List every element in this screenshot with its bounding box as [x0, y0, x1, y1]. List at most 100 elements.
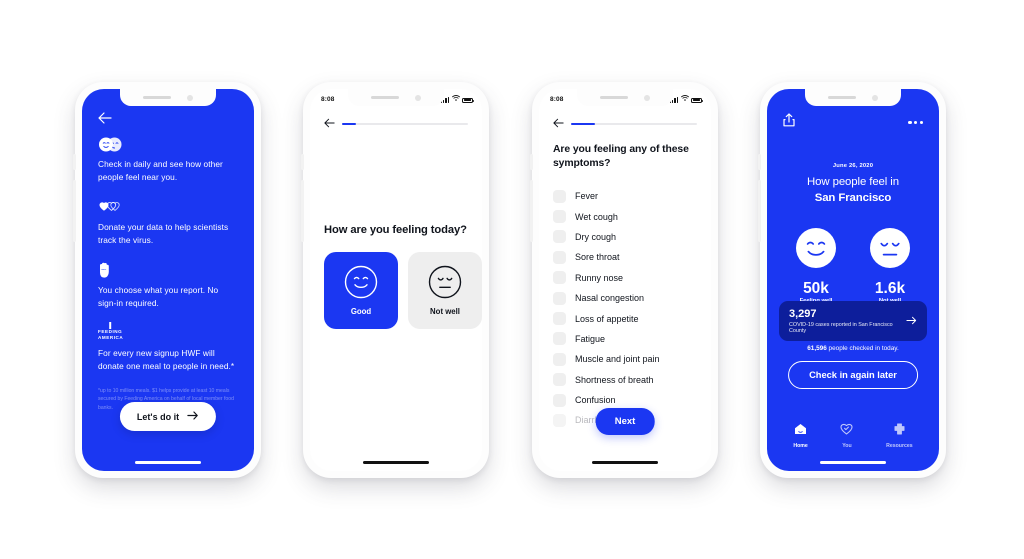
- home-indicator: [592, 461, 658, 464]
- checkbox[interactable]: [553, 312, 566, 326]
- symptom-row[interactable]: Fever: [553, 186, 701, 206]
- mute-switch[interactable]: [301, 154, 304, 170]
- progress-bar-fill: [571, 123, 595, 125]
- symptom-label: Nasal congestion: [575, 293, 645, 304]
- symptom-label: Wet cough: [575, 211, 618, 222]
- checkbox[interactable]: [553, 332, 566, 346]
- checkbox[interactable]: [553, 393, 566, 407]
- phone-onboarding: Check in daily and see how other people …: [73, 82, 261, 478]
- wifi-icon: [451, 95, 460, 103]
- symptom-label: Shortness of breath: [575, 374, 654, 385]
- symptom-row[interactable]: Dry cough: [553, 227, 701, 247]
- home-indicator: [363, 461, 429, 464]
- next-button[interactable]: Next: [595, 408, 655, 435]
- lets-do-it-label: Let's do it: [136, 411, 180, 422]
- stat-feeling-well-value: 50k: [803, 280, 829, 297]
- back-arrow-icon[interactable]: [553, 115, 564, 133]
- symptom-row[interactable]: Sore throat: [553, 247, 701, 267]
- symptom-row[interactable]: Shortness of breath: [553, 370, 701, 390]
- checkbox[interactable]: [553, 210, 566, 224]
- mute-switch[interactable]: [73, 154, 76, 170]
- screenshot-canvas: Check in daily and see how other people …: [0, 0, 1024, 559]
- power-button[interactable]: [530, 186, 533, 226]
- symptom-row[interactable]: Loss of appetite: [553, 308, 701, 328]
- smiling-face-icon: [795, 228, 837, 273]
- raised-hand-icon: [98, 261, 238, 278]
- phone-mood-check: 8:08 How are you feeling today? Good Not…: [301, 82, 489, 478]
- symptom-row[interactable]: Nasal congestion: [553, 288, 701, 308]
- stat-not-well-value: 1.6k: [874, 280, 906, 297]
- screen-mood-check: 8:08 How are you feeling today? Good Not…: [310, 89, 482, 471]
- tab-home[interactable]: Home: [793, 422, 808, 449]
- battery-icon: [462, 97, 474, 103]
- device-notch: [577, 89, 673, 106]
- home-icon: [794, 422, 807, 440]
- dashboard-headline: How people feel in San Francisco: [777, 175, 929, 207]
- stat-not-well: 1.6k Not well: [869, 227, 911, 304]
- mood-options: Good Not well: [324, 252, 482, 329]
- phone-community-dashboard: June 26, 2020 How people feel in San Fra…: [758, 82, 946, 478]
- earpiece-speaker: [828, 96, 856, 99]
- checkbox[interactable]: [553, 250, 566, 264]
- share-icon[interactable]: [783, 113, 795, 132]
- two-faces-icon: [98, 135, 238, 152]
- feature-meal-donation: FEEDING AMERICA For every new signup HWF…: [98, 324, 238, 374]
- front-camera: [644, 94, 650, 101]
- symptom-row[interactable]: Muscle and joint pain: [553, 349, 701, 369]
- mood-option-not-well[interactable]: Not well: [408, 252, 482, 329]
- device-notch: [120, 89, 216, 106]
- earpiece-speaker: [371, 96, 399, 99]
- back-arrow-icon[interactable]: [324, 115, 335, 133]
- mood-option-good-label: Good: [350, 307, 372, 316]
- covid-cases-card[interactable]: 3,297 COVID-19 cases reported in San Fra…: [779, 301, 927, 342]
- feature-privacy-text: You choose what you report. No sign-in r…: [98, 284, 219, 309]
- dashboard-date: June 26, 2020: [832, 163, 874, 169]
- power-button[interactable]: [301, 186, 304, 226]
- device-notch: [805, 89, 901, 106]
- mute-switch[interactable]: [530, 154, 533, 170]
- symptom-row[interactable]: Runny nose: [553, 268, 701, 288]
- symptom-row[interactable]: Wet cough: [553, 206, 701, 226]
- front-camera: [415, 94, 421, 101]
- progress-bar-fill: [342, 123, 356, 125]
- more-options-icon[interactable]: [908, 120, 923, 125]
- tab-resources[interactable]: Resources: [886, 422, 913, 449]
- feature-donate-data-text: Donate your data to help scientists trac…: [98, 221, 229, 246]
- checkbox[interactable]: [553, 352, 566, 366]
- home-indicator: [820, 461, 886, 464]
- check-in-again-later-button[interactable]: Check in again later: [788, 361, 918, 389]
- arrow-right-icon: [906, 312, 917, 330]
- checkbox[interactable]: [553, 230, 566, 244]
- symptom-label: Sore throat: [575, 252, 620, 263]
- symptom-label: Runny nose: [575, 272, 624, 283]
- symptom-row[interactable]: Fatigue: [553, 329, 701, 349]
- earpiece-speaker: [143, 96, 171, 99]
- power-button[interactable]: [73, 186, 76, 226]
- home-indicator: [135, 461, 201, 464]
- checkbox[interactable]: [553, 413, 566, 427]
- mood-option-good[interactable]: Good: [324, 252, 398, 329]
- status-time: 8:08: [321, 95, 335, 103]
- checkbox[interactable]: [553, 271, 566, 285]
- power-button[interactable]: [758, 186, 761, 226]
- battery-icon: [691, 97, 703, 103]
- hearts-icon: [98, 198, 238, 215]
- tab-you[interactable]: You: [840, 422, 853, 449]
- covid-cases-description: COVID-19 cases reported in San Francisco…: [789, 322, 893, 335]
- tab-home-label: Home: [793, 443, 808, 449]
- mood-option-not-well-label: Not well: [430, 307, 460, 316]
- lets-do-it-button[interactable]: Let's do it: [119, 402, 217, 431]
- symptoms-question-title: Are you feeling any of these symptoms?: [553, 144, 689, 170]
- earpiece-speaker: [600, 96, 628, 99]
- dashboard-headline-city: San Francisco: [814, 191, 892, 204]
- checkbox[interactable]: [553, 291, 566, 305]
- phone-symptoms: 8:08 Are you feeling any of these sympto…: [530, 82, 718, 478]
- progress-bar: [571, 123, 697, 125]
- feeding-america-logo: FEEDING AMERICA: [98, 324, 238, 341]
- checkbox[interactable]: [553, 373, 566, 387]
- checkbox[interactable]: [553, 189, 566, 203]
- stat-feeling-well: 50k Feeling well: [795, 227, 837, 304]
- medical-cross-icon: [893, 422, 906, 440]
- back-arrow-icon[interactable]: [98, 111, 112, 124]
- mute-switch[interactable]: [758, 154, 761, 170]
